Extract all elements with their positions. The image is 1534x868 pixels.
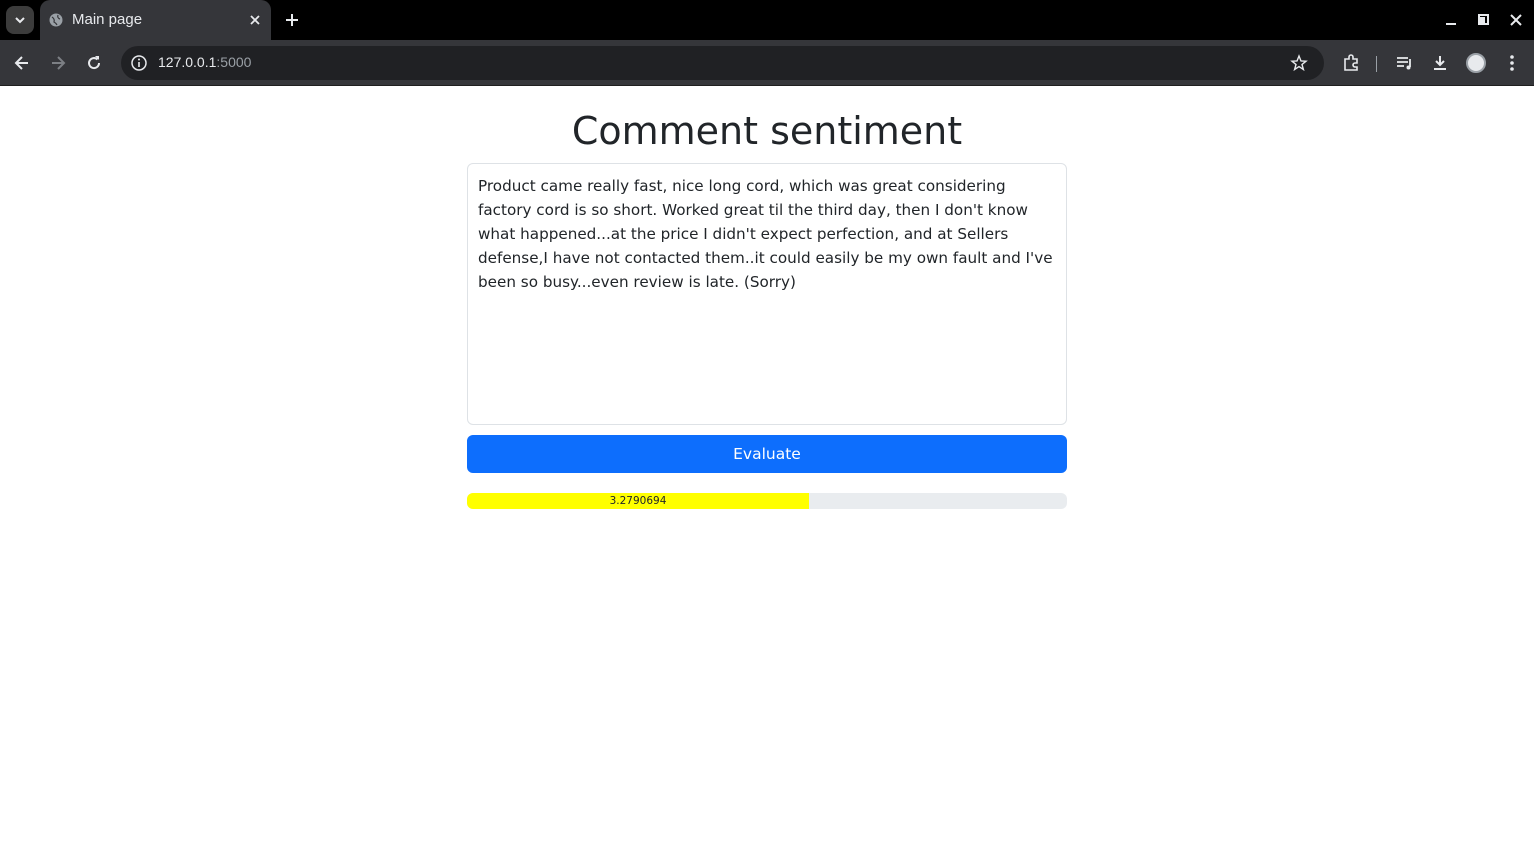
comment-textarea[interactable]: Product came really fast, nice long cord… [467,163,1067,425]
globe-icon [49,13,63,27]
download-icon[interactable] [1430,53,1450,73]
bookmark-star-icon[interactable] [1290,54,1308,72]
chevron-down-icon [15,17,25,24]
more-menu-icon[interactable] [1502,53,1522,73]
page-title: Comment sentiment [571,109,963,153]
page-content: Comment sentiment Product came really fa… [0,87,1534,868]
url-host: 127.0.0.1 [158,54,217,70]
browser-toolbar: 127.0.0.1:5000 [0,40,1534,86]
toolbar-separator [1376,56,1377,72]
site-info-icon[interactable] [130,54,148,72]
profile-avatar[interactable] [1466,53,1486,73]
forward-arrow-icon[interactable] [48,53,68,73]
sentiment-score-bar: 3.2790694 [467,493,809,509]
browser-tab-active[interactable]: Main page [40,0,271,40]
extensions-puzzle-icon[interactable] [1341,53,1361,73]
reload-icon[interactable] [84,53,104,73]
back-arrow-icon[interactable] [12,53,32,73]
close-window-icon[interactable] [1508,12,1524,28]
new-tab-plus-icon[interactable] [284,12,300,28]
sentiment-score-label: 3.2790694 [609,495,667,507]
url-port: :5000 [216,54,252,70]
restore-icon[interactable] [1475,12,1491,28]
tab-search-button[interactable] [6,6,34,34]
address-bar[interactable]: 127.0.0.1:5000 [121,46,1324,80]
evaluate-button[interactable]: Evaluate [467,435,1067,473]
media-queue-icon[interactable] [1395,53,1415,73]
tab-title: Main page [72,11,143,28]
url-text: 127.0.0.1:5000 [158,54,251,70]
close-icon[interactable] [248,13,262,27]
browser-tab-strip: Main page [0,0,1534,40]
minimize-icon[interactable] [1443,12,1459,28]
sentiment-score-progress: 3.2790694 [467,493,1067,509]
